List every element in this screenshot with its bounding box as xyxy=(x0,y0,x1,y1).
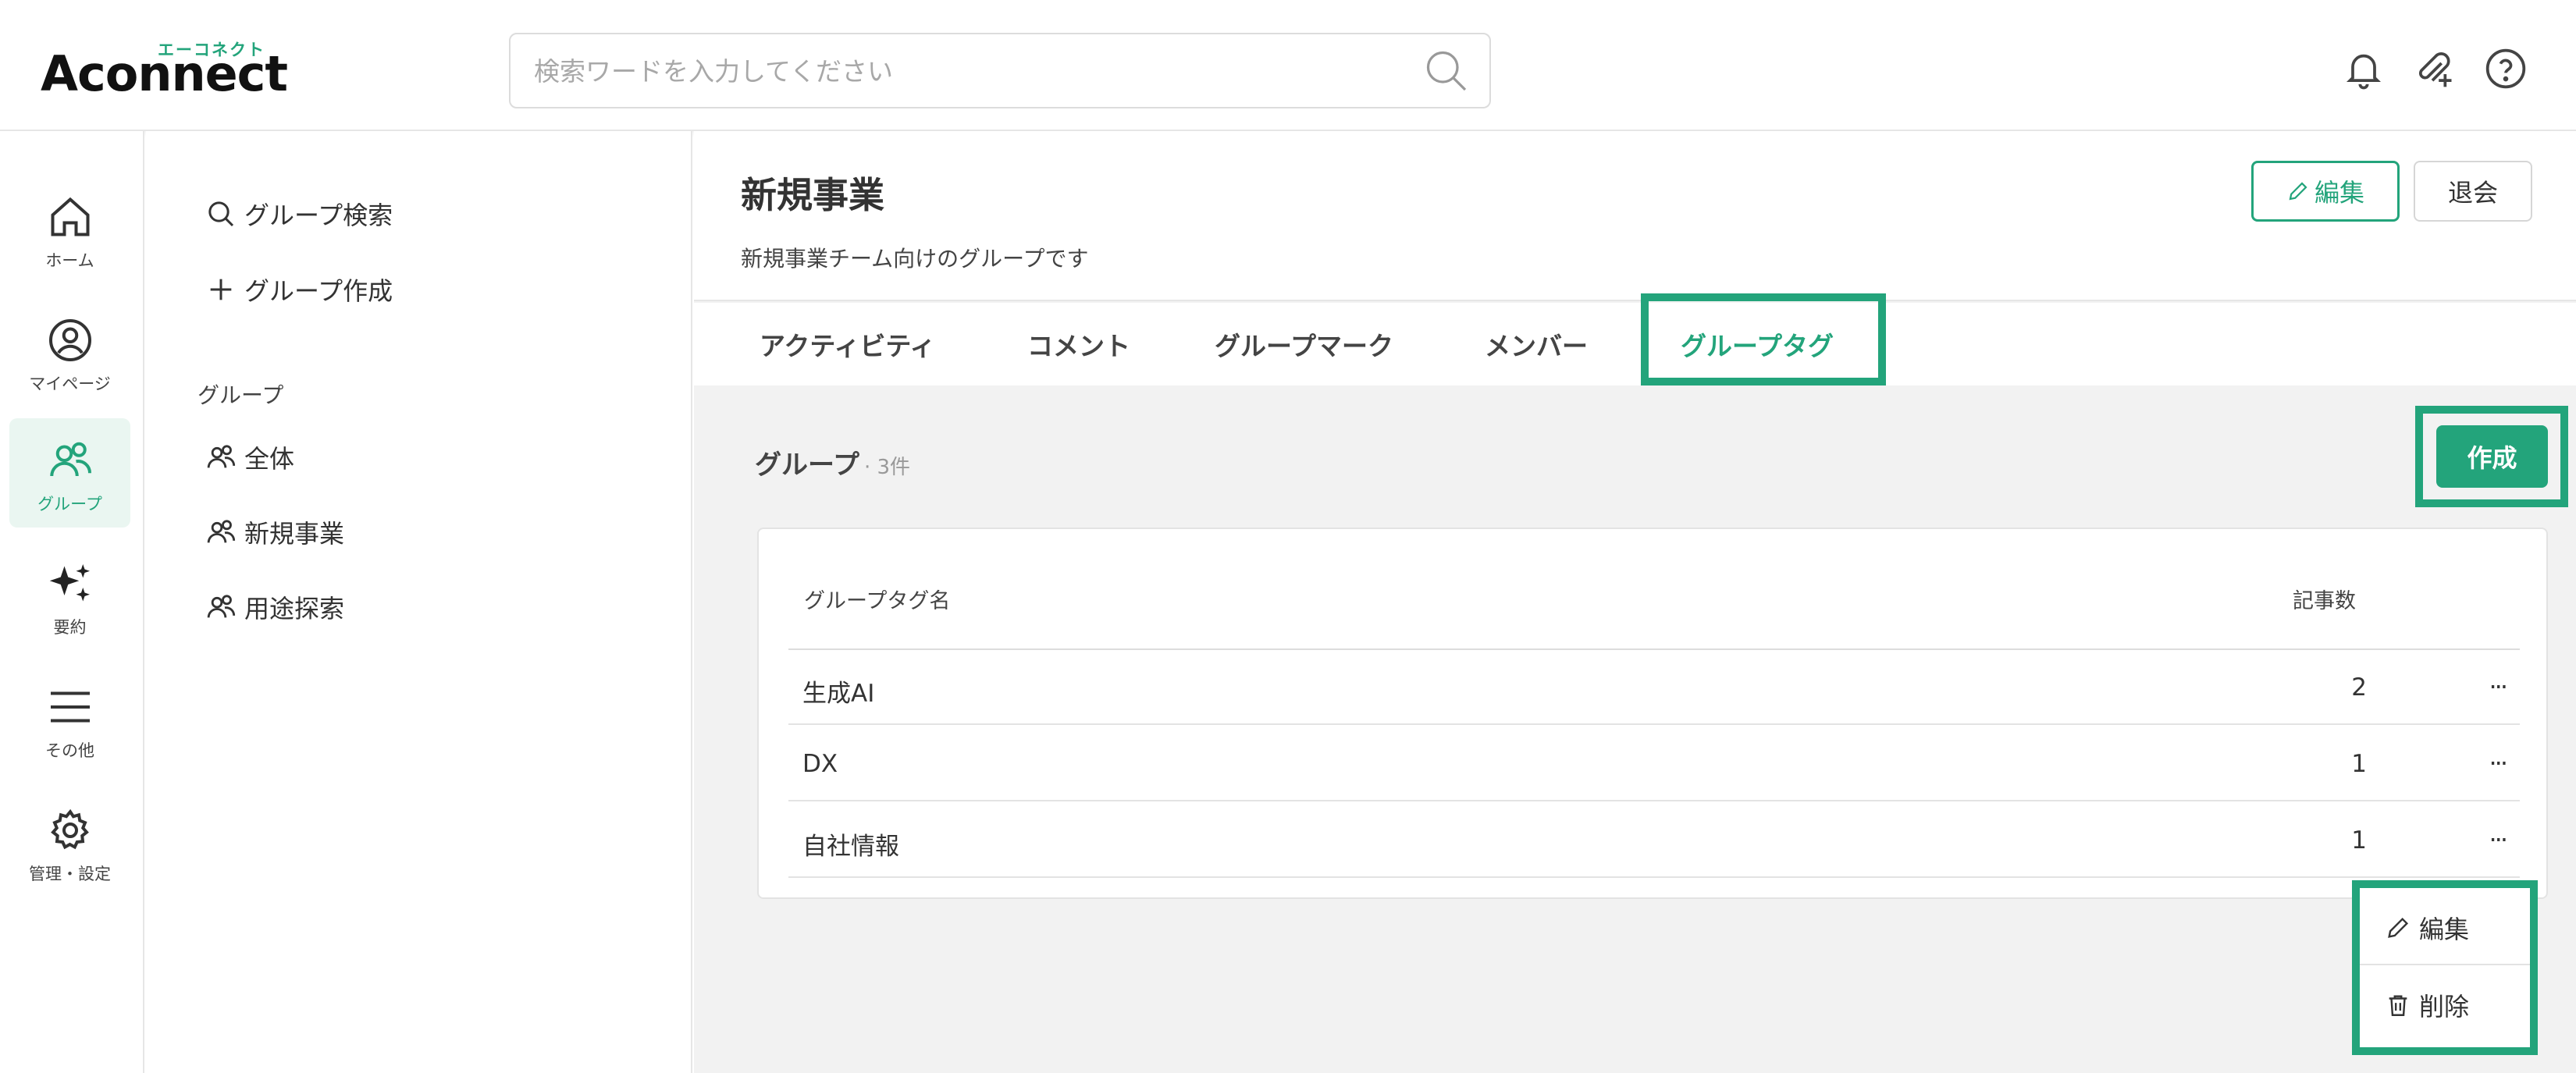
plus-icon xyxy=(210,279,232,300)
row-action-menu: 編集 削除 xyxy=(2352,880,2538,1055)
help-icon[interactable] xyxy=(2484,47,2528,91)
group-tabs: アクティビティ コメント グループマーク メンバー グループタグ xyxy=(694,303,2576,385)
search-bar xyxy=(509,33,1491,108)
sidebar-item-label: 新規事業 xyxy=(244,519,345,549)
sidebar-item-label: 全体 xyxy=(244,444,295,474)
sidebar-group-create[interactable]: グループ作成 xyxy=(205,268,393,311)
rail-item-home[interactable]: ホーム xyxy=(9,175,130,284)
more-options-icon[interactable]: ··· xyxy=(2489,672,2507,702)
tag-table: グループタグ名 記事数 生成AI 2 ··· DX 1 ··· 自社情報 1 ·… xyxy=(757,528,2548,899)
left-rail: ホーム マイページ グループ 要約 その他 管理・設定 xyxy=(0,131,144,1073)
menu-item-edit-label: 編集 xyxy=(2419,915,2470,944)
more-options-icon[interactable]: ··· xyxy=(2489,825,2507,854)
pencil-icon xyxy=(2388,917,2409,938)
gear-icon xyxy=(50,808,89,850)
edit-group-button[interactable]: 編集 xyxy=(2251,161,2400,222)
group-icon xyxy=(207,445,236,468)
table-row: 自社情報 1 ··· xyxy=(788,803,2520,878)
page-title: 新規事業 xyxy=(741,174,884,216)
group-icon xyxy=(207,595,236,618)
rail-label: マイページ xyxy=(29,375,111,393)
tab-comments[interactable]: コメント xyxy=(1027,303,1130,385)
rail-item-mypage[interactable]: マイページ xyxy=(9,298,130,407)
article-count: 1 xyxy=(2351,826,2367,854)
table-row: 生成AI 2 ··· xyxy=(788,650,2520,725)
sparkle-icon xyxy=(49,564,90,602)
search-icon xyxy=(208,201,234,227)
tag-name: DX xyxy=(802,750,838,778)
main-content: 新規事業 新規事業チーム向けのグループです 編集 退会 アクティビティ コメント… xyxy=(694,131,2576,1073)
rail-item-summary[interactable]: 要約 xyxy=(9,542,130,651)
rail-label: グループ xyxy=(37,495,102,513)
user-circle-icon xyxy=(48,319,91,361)
tab-members[interactable]: メンバー xyxy=(1485,303,1588,385)
sidebar-group-search[interactable]: グループ検索 xyxy=(205,192,393,236)
sidebar-item-label: 用途探索 xyxy=(244,594,345,624)
table-row: DX 1 ··· xyxy=(788,727,2520,801)
app-logo[interactable]: エーコネクト Aconnect xyxy=(41,37,290,108)
tag-name: 自社情報 xyxy=(802,833,899,861)
sidebar-group-search-label: グループ検索 xyxy=(244,201,393,230)
column-header-count: 記事数 xyxy=(2293,589,2356,613)
menu-item-delete[interactable]: 削除 xyxy=(2368,969,2522,1041)
section-count: · 3件 xyxy=(863,456,911,479)
leave-group-button[interactable]: 退会 xyxy=(2414,161,2532,222)
tab-activity[interactable]: アクティビティ xyxy=(760,303,935,385)
more-options-icon[interactable]: ··· xyxy=(2489,748,2507,778)
search-input[interactable] xyxy=(534,50,1393,92)
section-title: グループ · 3件 xyxy=(755,443,910,481)
rail-label: 管理・設定 xyxy=(29,865,111,883)
top-header: エーコネクト Aconnect xyxy=(0,0,2576,131)
create-tag-button[interactable]: 作成 xyxy=(2436,425,2548,488)
sidebar-section-heading: グループ xyxy=(197,382,284,408)
rail-item-other[interactable]: その他 xyxy=(9,665,130,774)
group-sidebar: グループ検索 グループ作成 グループ 全体 新規事業 用途探索 xyxy=(146,131,692,1073)
search-icon[interactable] xyxy=(1422,47,1469,94)
article-count: 1 xyxy=(2351,750,2367,778)
group-description: 新規事業チーム向けのグループです xyxy=(741,246,1089,272)
group-icon xyxy=(49,442,91,477)
menu-icon xyxy=(50,691,90,723)
home-icon xyxy=(51,197,89,236)
group-icon xyxy=(207,520,236,543)
tab-group-mark[interactable]: グループマーク xyxy=(1215,303,1393,385)
section-title-text: グループ xyxy=(755,449,859,481)
rail-label: ホーム xyxy=(45,251,94,270)
group-header: 新規事業 新規事業チーム向けのグループです 編集 退会 xyxy=(694,131,2576,301)
menu-item-edit[interactable]: 編集 xyxy=(2368,892,2522,964)
column-header-name: グループタグ名 xyxy=(804,589,951,613)
bell-icon[interactable] xyxy=(2342,47,2386,91)
logo-word: Aconnect xyxy=(41,45,288,102)
paperclip-plus-icon[interactable] xyxy=(2411,47,2454,91)
sidebar-item-all[interactable]: 全体 xyxy=(205,435,294,479)
trash-icon xyxy=(2389,995,2407,1016)
rail-label: その他 xyxy=(45,741,94,760)
menu-divider xyxy=(2360,964,2530,965)
pencil-icon xyxy=(2289,182,2307,201)
rail-label: 要約 xyxy=(53,618,87,637)
app-root: エーコネクト Aconnect ホーム xyxy=(0,0,2576,1073)
rail-item-group[interactable]: グループ xyxy=(9,418,130,528)
rail-item-settings[interactable]: 管理・設定 xyxy=(9,788,130,897)
menu-item-delete-label: 削除 xyxy=(2419,992,2470,1021)
sidebar-item-new-business[interactable]: 新規事業 xyxy=(205,510,344,554)
article-count: 2 xyxy=(2351,673,2367,702)
tag-name: 生成AI xyxy=(802,680,875,708)
sidebar-group-create-label: グループ作成 xyxy=(244,276,393,306)
sidebar-item-use-case[interactable]: 用途探索 xyxy=(205,585,344,629)
tab-group-tags[interactable]: グループタグ xyxy=(1681,303,1834,385)
edit-group-label: 編集 xyxy=(2314,178,2364,208)
